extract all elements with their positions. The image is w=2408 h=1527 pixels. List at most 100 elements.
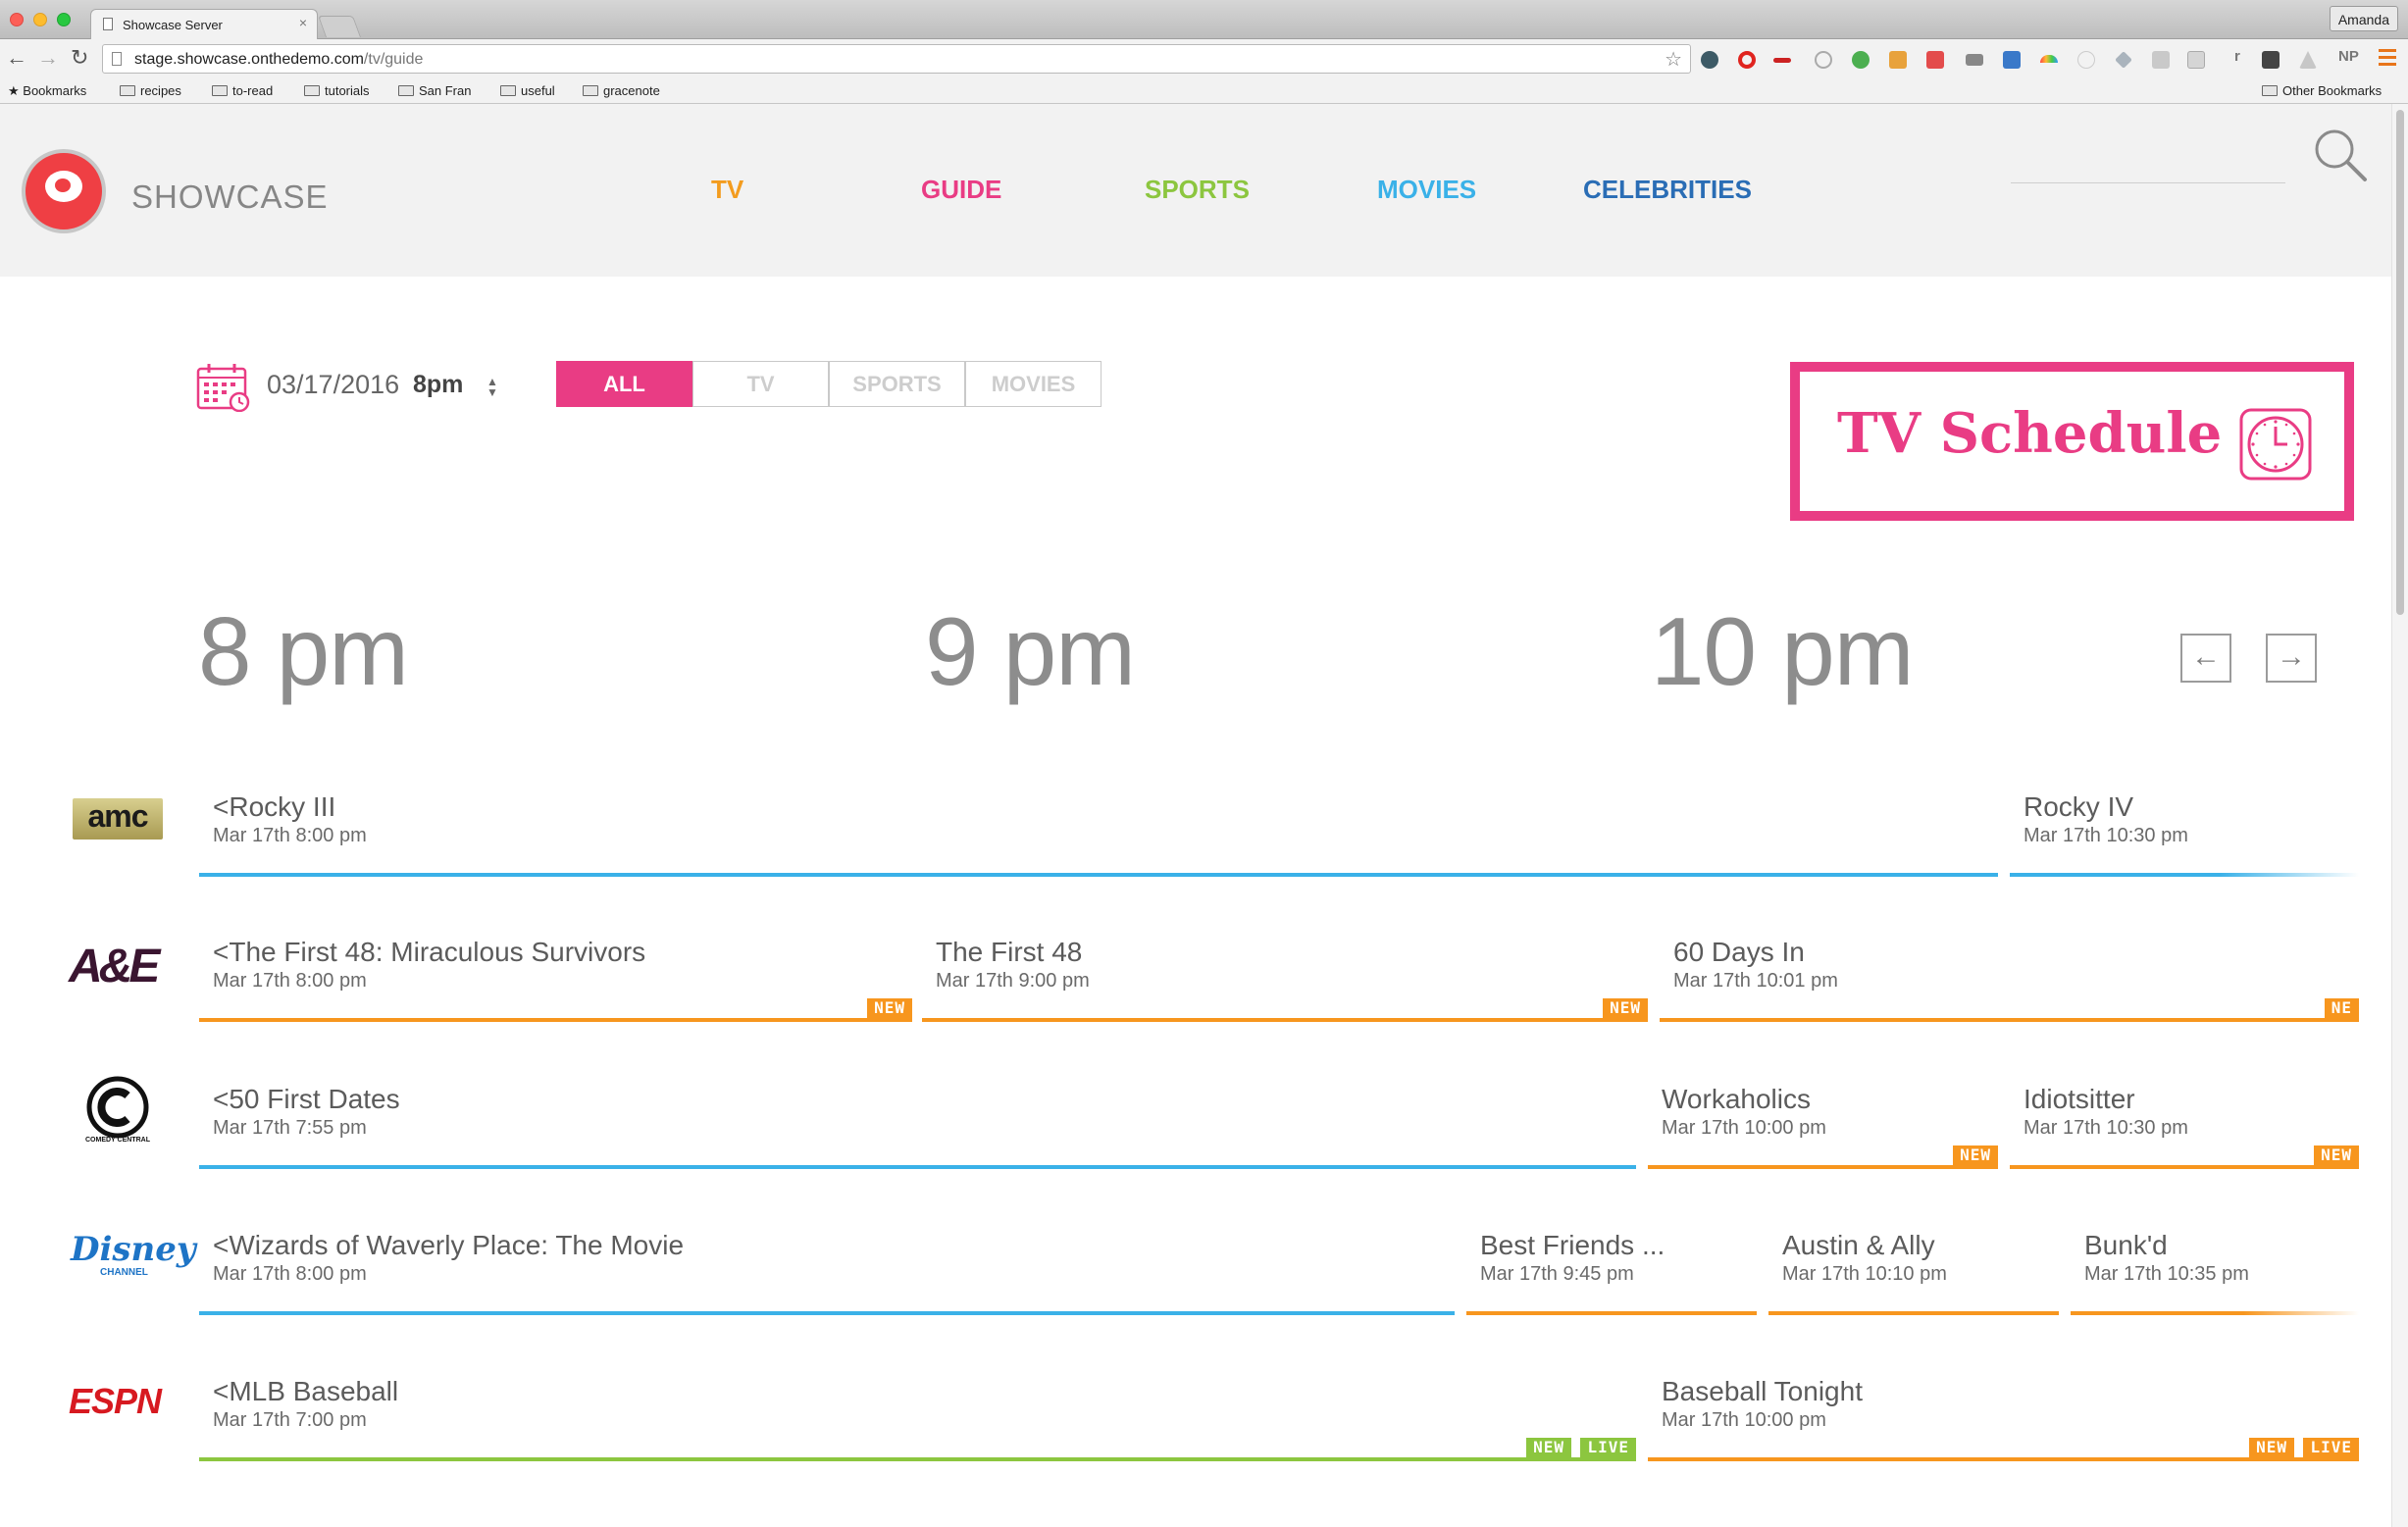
bookmark-folder-useful[interactable]: useful [500, 83, 555, 98]
nav-celebrities[interactable]: CELEBRITIES [1583, 175, 1752, 205]
tv-schedule-banner: TV Schedule [1790, 362, 2354, 521]
time-stepper-icon[interactable]: ▲ ▼ [487, 376, 498, 398]
date-picker-value[interactable]: 03/17/2016 [267, 370, 399, 400]
search-icon[interactable] [2311, 126, 2370, 184]
hour-label: 8 pm [198, 597, 409, 705]
profile-button[interactable]: Amanda [2329, 6, 2398, 31]
time-picker-value[interactable]: 8pm [413, 371, 463, 399]
nav-tv[interactable]: TV [711, 175, 743, 205]
extension-mail-icon[interactable] [1966, 54, 1983, 66]
program-title: Baseball Tonight [1662, 1376, 1863, 1406]
google-drive-icon[interactable] [2299, 51, 2317, 69]
program-cell[interactable]: Baseball Tonight Mar 17th 10:00 pm LIVE NEW [1648, 1376, 2359, 1461]
new-tab-button[interactable] [317, 16, 362, 37]
search-input[interactable] [2011, 182, 2285, 183]
chrome-menu-icon[interactable] [2379, 49, 2396, 70]
address-bar[interactable]: stage.showcase.onthedemo.com/tv/guide ☆ [102, 44, 1691, 74]
channel-logo-espn[interactable]: ESPN [57, 1373, 179, 1442]
program-title: <MLB Baseball [213, 1376, 399, 1406]
nav-sports[interactable]: SPORTS [1145, 175, 1250, 205]
program-cell[interactable]: The First 48 Mar 17th 9:00 pm NEW [922, 937, 1648, 1022]
program-cell[interactable]: Idiotsitter Mar 17th 10:30 pm NEW [2010, 1084, 2359, 1169]
program-duration-bar [199, 1018, 912, 1022]
bookmark-folder-gracenote[interactable]: gracenote [583, 83, 660, 98]
showcase-logo-icon[interactable] [22, 149, 106, 233]
channel-logo-comedy-central[interactable]: COMEDY CENTRAL [57, 1076, 179, 1145]
dropbox-icon[interactable] [2115, 51, 2132, 69]
extension-layers-icon[interactable] [2187, 51, 2205, 69]
nav-movies[interactable]: MOVIES [1377, 175, 1476, 205]
filter-tab-sports[interactable]: SPORTS [829, 361, 965, 407]
program-time: Mar 17th 8:00 pm [213, 970, 367, 992]
extension-rainbow-icon[interactable] [2040, 55, 2058, 63]
program-cell[interactable]: <Rocky III Mar 17th 8:00 pm [199, 791, 1998, 877]
extension-np-icon[interactable]: NP [2338, 48, 2359, 65]
program-cell[interactable]: Austin & Ally Mar 17th 10:10 pm [1768, 1230, 2059, 1315]
comedy-central-logo-icon [86, 1076, 149, 1139]
program-time: Mar 17th 10:00 pm [1662, 1117, 1826, 1139]
program-title: Idiotsitter [2024, 1084, 2135, 1114]
bookmark-star-icon[interactable]: ☆ [1665, 47, 1682, 72]
zoom-window-button[interactable] [57, 13, 71, 26]
channel-logo-disney-channel[interactable]: Disney CHANNEL [57, 1228, 196, 1297]
browser-toolbar: ← → ↻ stage.showcase.onthedemo.com/tv/gu… [0, 39, 2408, 78]
other-bookmarks[interactable]: Other Bookmarks [2262, 83, 2382, 98]
extension-h-icon[interactable] [1815, 51, 1832, 69]
url-text: stage.showcase.onthedemo.com/tv/guide [134, 51, 424, 68]
extension-opera-icon[interactable] [1738, 51, 1756, 69]
browser-tab[interactable]: Showcase Server × [90, 9, 318, 39]
program-cell[interactable]: Rocky IV Mar 17th 10:30 pm [2010, 791, 2359, 877]
program-time: Mar 17th 10:30 pm [2024, 1117, 2188, 1139]
bookmark-folder-tutorials[interactable]: tutorials [304, 83, 370, 98]
filter-tab-all[interactable]: ALL [556, 361, 692, 407]
extension-red-icon[interactable] [1926, 51, 1944, 69]
program-cell[interactable]: Workaholics Mar 17th 10:00 pm NEW [1648, 1084, 1998, 1169]
extension-lastpass-icon[interactable] [1773, 58, 1791, 63]
program-cell[interactable]: <50 First Dates Mar 17th 7:55 pm [199, 1084, 1636, 1169]
filter-tab-movies[interactable]: MOVIES [965, 361, 1102, 407]
program-cell[interactable]: <The First 48: Miraculous Survivors Mar 1… [199, 937, 912, 1022]
extension-gray-icon[interactable] [2152, 51, 2170, 69]
program-cell[interactable]: Bunk'd Mar 17th 10:35 pm [2071, 1230, 2359, 1315]
close-window-button[interactable] [10, 13, 24, 26]
new-badge: NEW [867, 998, 912, 1018]
page-scrollbar[interactable] [2391, 104, 2408, 1527]
brand-name[interactable]: SHOWCASE [131, 178, 329, 216]
extension-camera-icon[interactable] [2262, 51, 2280, 69]
folder-icon [304, 85, 320, 96]
nav-guide[interactable]: GUIDE [921, 175, 1001, 205]
bookmark-folder-to-read[interactable]: to-read [212, 83, 273, 98]
channel-logo-amc[interactable]: amc [57, 787, 179, 855]
calendar-icon[interactable] [196, 363, 251, 412]
program-cell[interactable]: <Wizards of Waverly Place: The Movie Mar … [199, 1230, 1455, 1315]
extension-pushbullet-icon[interactable] [1852, 51, 1870, 69]
program-cell[interactable]: <MLB Baseball Mar 17th 7:00 pm LIVE NEW [199, 1376, 1636, 1461]
extension-blue-icon[interactable] [2003, 51, 2021, 69]
next-time-button[interactable]: → [2266, 634, 2317, 683]
new-badge: NEW [1953, 1145, 1998, 1165]
program-cell[interactable]: Best Friends ... Mar 17th 9:45 pm [1466, 1230, 1757, 1315]
program-duration-bar [1648, 1165, 1998, 1169]
program-duration-bar [199, 1311, 1455, 1315]
scrollbar-thumb[interactable] [2396, 110, 2404, 615]
prev-time-button[interactable]: ← [2180, 634, 2231, 683]
bookmark-folder-recipes[interactable]: recipes [120, 83, 181, 98]
close-tab-icon[interactable]: × [299, 15, 307, 30]
minimize-window-button[interactable] [33, 13, 47, 26]
filter-tab-tv[interactable]: TV [692, 361, 829, 407]
program-duration-bar [199, 1457, 1636, 1461]
program-time: Mar 17th 9:00 pm [936, 970, 1090, 992]
program-title: Austin & Ally [1782, 1230, 1935, 1260]
extension-r-icon[interactable]: r [2234, 48, 2240, 65]
program-cell[interactable]: 60 Days In Mar 17th 10:01 pm NE [1660, 937, 2359, 1022]
reload-icon[interactable]: ↻ [71, 45, 88, 71]
back-icon[interactable]: ← [6, 45, 27, 71]
extension-shield-icon[interactable] [1701, 51, 1718, 69]
bookmarks-label[interactable]: ★ Bookmarks [8, 83, 86, 99]
forward-icon[interactable]: → [37, 45, 59, 71]
channel-logo-ae[interactable]: A&E [57, 934, 179, 1002]
extension-honey-icon[interactable] [1889, 51, 1907, 69]
new-badge: NEW [2249, 1438, 2294, 1457]
bookmark-folder-san-fran[interactable]: San Fran [398, 83, 471, 98]
extension-circle-icon[interactable] [2077, 51, 2095, 69]
